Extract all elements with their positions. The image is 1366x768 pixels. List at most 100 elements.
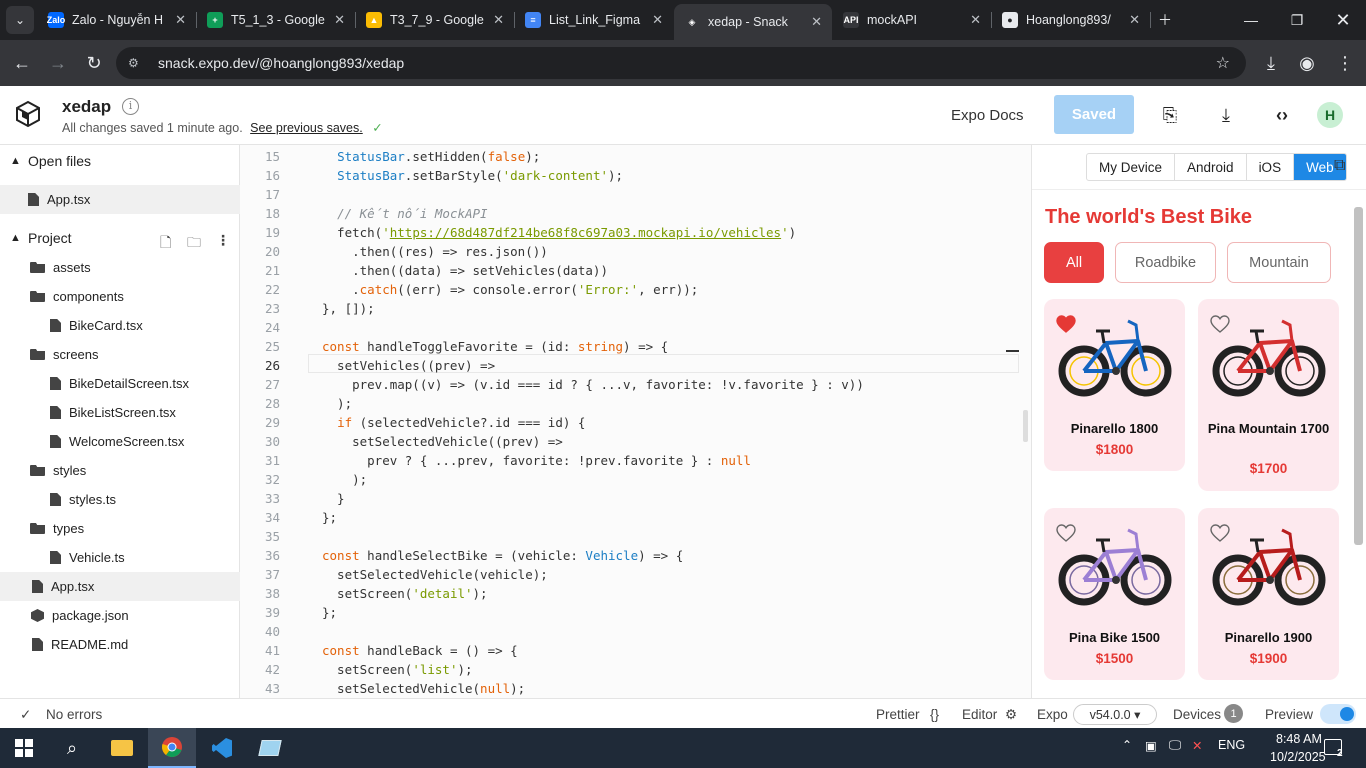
sdk-version-select[interactable]: v54.0.0 ▾ xyxy=(1073,704,1157,725)
volume-muted-icon[interactable]: ✕ xyxy=(1192,738,1202,753)
network-icon[interactable]: 🖵 xyxy=(1169,738,1181,753)
devices-button[interactable]: Devices xyxy=(1173,707,1221,722)
close-tab-icon[interactable]: ✕ xyxy=(334,12,345,28)
file-item[interactable]: package.json xyxy=(0,601,240,630)
code-line[interactable]: fetch('https://68d487df214be68f8c697a03.… xyxy=(322,223,796,242)
chrome-taskbar-icon[interactable] xyxy=(148,728,196,768)
browser-tab[interactable]: Zalo Zalo - Nguyễn H ✕ xyxy=(38,4,196,36)
code-line[interactable]: }, []); xyxy=(322,299,375,318)
file-item[interactable]: Vehicle.ts xyxy=(0,543,240,572)
bike-card[interactable]: Pinarello 1800 $1800 xyxy=(1044,299,1185,471)
folder-item[interactable]: screens xyxy=(0,340,240,369)
editor-settings[interactable]: Editor xyxy=(962,707,997,722)
previous-saves-link[interactable]: See previous saves. xyxy=(250,121,363,135)
category-filter-button[interactable]: Roadbike xyxy=(1115,242,1216,283)
site-info-icon[interactable]: ⚙ xyxy=(128,56,152,70)
expo-docs-link[interactable]: Expo Docs xyxy=(951,107,1024,124)
heart-filled-icon[interactable] xyxy=(1056,315,1076,333)
open-external-icon[interactable]: ⧉ xyxy=(1334,157,1345,175)
code-line[interactable]: ); xyxy=(322,394,352,413)
close-tab-icon[interactable]: ✕ xyxy=(175,12,186,28)
back-icon[interactable]: ← xyxy=(9,50,35,76)
windows-start-icon[interactable] xyxy=(0,728,48,768)
file-item[interactable]: BikeCard.tsx xyxy=(0,311,240,340)
maximize-button[interactable]: ❐ xyxy=(1274,0,1320,40)
heart-outline-icon[interactable] xyxy=(1210,524,1230,542)
download-project-icon[interactable]: ⤓ xyxy=(1214,103,1238,127)
file-item[interactable]: BikeDetailScreen.tsx xyxy=(0,369,240,398)
code-line[interactable]: }; xyxy=(322,603,337,622)
device-tab[interactable]: iOS xyxy=(1247,154,1295,180)
reload-icon[interactable]: ↻ xyxy=(81,50,107,76)
close-tab-icon[interactable]: ✕ xyxy=(493,12,504,28)
forward-icon[interactable]: → xyxy=(45,50,71,76)
code-line[interactable]: .catch((err) => console.error('Error:', … xyxy=(322,280,698,299)
browser-tab[interactable]: ▲ T3_7_9 - Google ✕ xyxy=(356,4,514,36)
close-tab-icon[interactable]: ✕ xyxy=(652,12,663,28)
file-item[interactable]: README.md xyxy=(0,630,240,659)
code-line[interactable]: // Kết nối MockAPI xyxy=(322,204,488,223)
tray-app-icon[interactable]: ▣ xyxy=(1145,738,1157,753)
code-line[interactable]: }; xyxy=(322,508,337,527)
code-line[interactable]: setSelectedVehicle(vehicle); xyxy=(322,565,548,584)
saved-button[interactable]: Saved xyxy=(1054,95,1134,134)
browser-tab[interactable]: + T5_1_3 - Google ✕ xyxy=(197,4,355,36)
category-filter-button[interactable]: All xyxy=(1044,242,1104,283)
export-icon[interactable]: ⎘ xyxy=(1158,103,1182,127)
address-bar[interactable]: ⚙ snack.expo.dev/@hoanglong893/xedap ☆ xyxy=(116,47,1246,79)
preview-toggle[interactable] xyxy=(1320,704,1356,724)
input-language[interactable]: ENG xyxy=(1218,738,1245,752)
code-line[interactable]: if (selectedVehicle?.id === id) { xyxy=(322,413,585,432)
close-window-button[interactable]: ✕ xyxy=(1320,0,1366,40)
project-name[interactable]: xedap xyxy=(62,97,111,117)
gear-icon[interactable]: ⚙ xyxy=(1005,707,1017,723)
errors-status[interactable]: No errors xyxy=(46,707,102,722)
device-tab[interactable]: Android xyxy=(1175,154,1247,180)
code-line[interactable]: prev.map((v) => (v.id === id ? { ...v, f… xyxy=(322,375,864,394)
file-item[interactable]: WelcomeScreen.tsx xyxy=(0,427,240,456)
code-line[interactable]: setSelectedVehicle((prev) => xyxy=(322,432,563,451)
minimize-button[interactable]: — xyxy=(1228,0,1274,40)
code-line[interactable]: .then((res) => res.json()) xyxy=(322,242,548,261)
folder-item[interactable]: components xyxy=(0,282,240,311)
device-tab[interactable]: My Device xyxy=(1087,154,1176,180)
app-taskbar-icon[interactable] xyxy=(246,728,294,768)
braces-icon[interactable]: {} xyxy=(930,707,939,722)
browser-tab[interactable]: ≡ List_Link_Figma ✕ xyxy=(515,4,673,36)
file-item[interactable]: App.tsx xyxy=(0,572,240,601)
folder-item[interactable]: styles xyxy=(0,456,240,485)
browser-tab[interactable]: API mockAPI ✕ xyxy=(833,4,991,36)
close-tab-icon[interactable]: ✕ xyxy=(1129,12,1140,28)
close-tab-icon[interactable]: ✕ xyxy=(811,14,822,30)
bike-card[interactable]: Pina Mountain 1700 $1700 xyxy=(1198,299,1339,491)
avatar[interactable]: H xyxy=(1317,102,1343,128)
editor-scrollbar[interactable] xyxy=(1023,410,1028,442)
code-editor[interactable]: 15 16 17 18 19 20 21 22 23 24 25 26 27 28 29 30 31 32 33 34… xyxy=(240,145,1031,698)
clock-date[interactable]: 10/2/2025 xyxy=(1270,750,1326,764)
code-line[interactable]: .then((data) => setVehicles(data)) xyxy=(322,261,608,280)
code-line[interactable]: ); xyxy=(322,470,367,489)
folder-item[interactable]: types xyxy=(0,514,240,543)
browser-tab[interactable]: ● Hoanglong893/ ✕ xyxy=(992,4,1150,36)
file-explorer-icon[interactable] xyxy=(98,728,146,768)
download-icon[interactable]: ⤓ xyxy=(1258,50,1284,76)
bike-card[interactable]: Pinarello 1900 $1900 xyxy=(1198,508,1339,680)
open-file-item[interactable]: App.tsx xyxy=(0,185,240,214)
code-line[interactable]: setScreen('detail'); xyxy=(322,584,488,603)
browser-menu-icon[interactable]: ⋮ xyxy=(1332,50,1358,76)
info-icon[interactable]: i xyxy=(122,98,139,115)
embed-code-icon[interactable]: ‹› xyxy=(1270,103,1294,127)
new-tab-button[interactable]: ＋ xyxy=(1142,0,1188,40)
close-tab-icon[interactable]: ✕ xyxy=(970,12,981,28)
heart-outline-icon[interactable] xyxy=(1056,524,1076,542)
bookmark-star-icon[interactable]: ☆ xyxy=(1216,53,1230,73)
code-line[interactable]: const handleToggleFavorite = (id: string… xyxy=(322,337,668,356)
search-icon[interactable]: ⌕ xyxy=(48,728,96,768)
browser-tab[interactable]: ◈ xedap - Snack ✕ xyxy=(674,4,832,40)
open-files-section[interactable]: ▲ Open files xyxy=(0,147,240,175)
code-line[interactable]: StatusBar.setHidden(false); xyxy=(322,147,540,166)
prettier-toggle[interactable]: Prettier xyxy=(876,707,920,722)
code-line[interactable]: const handleBack = () => { xyxy=(322,641,518,660)
clock-time[interactable]: 8:48 AM xyxy=(1276,732,1322,746)
tab-search-button[interactable]: ⌄ xyxy=(6,6,34,34)
